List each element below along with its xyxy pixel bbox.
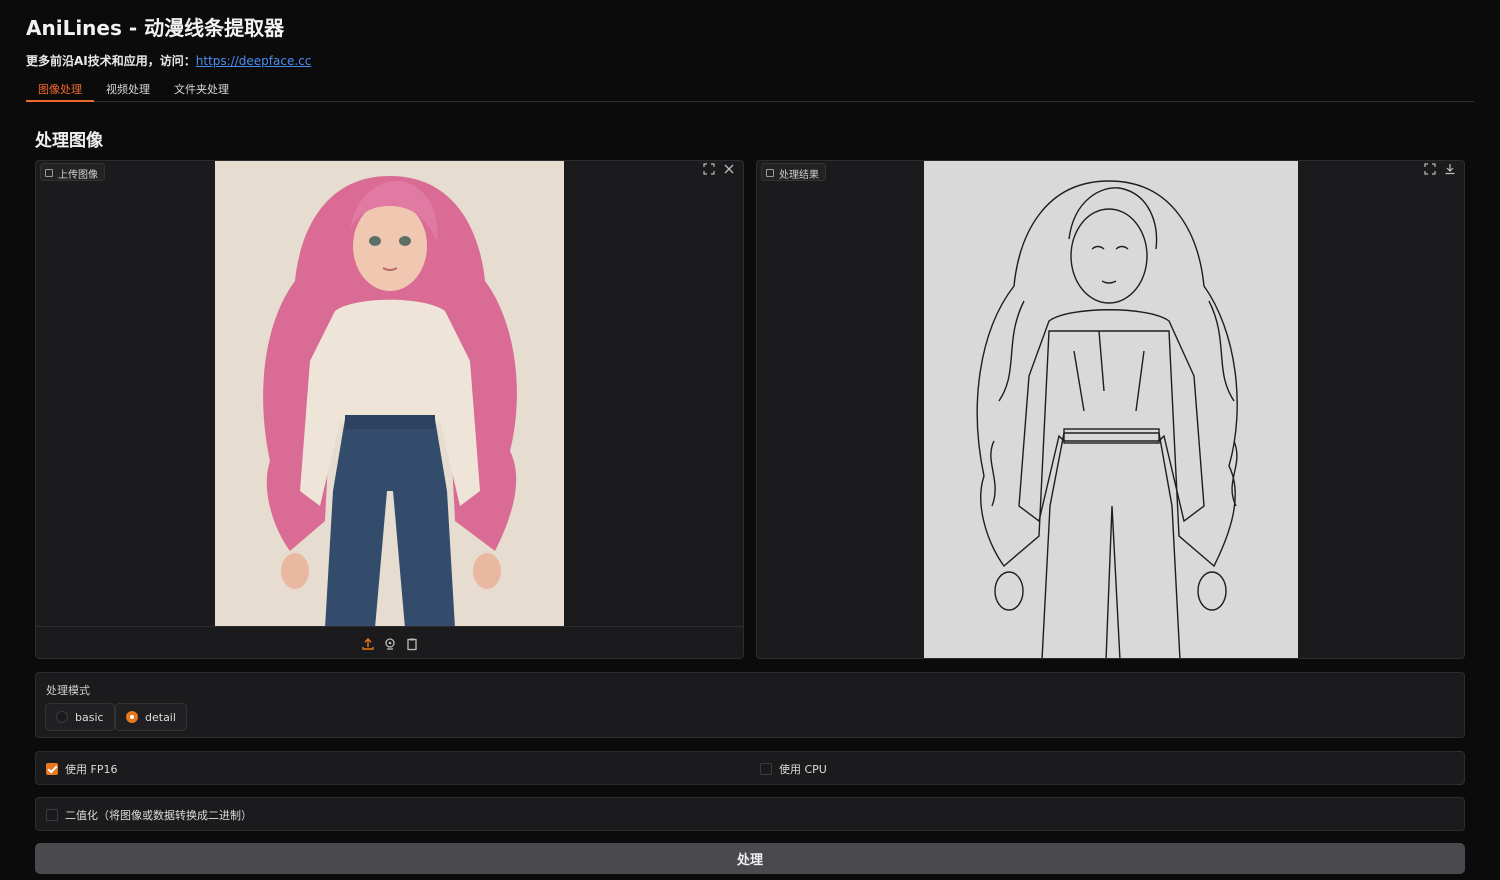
upload-icon[interactable] [361, 636, 375, 650]
tab-image-processing[interactable]: 图像处理 [26, 78, 94, 102]
webcam-icon[interactable] [383, 636, 397, 650]
binarize-label: 二值化（将图像或数据转换成二进制） [65, 809, 252, 822]
clipboard-icon[interactable] [405, 636, 419, 650]
tab-folder-processing[interactable]: 文件夹处理 [162, 78, 241, 102]
output-image-panel: 处理结果 [756, 160, 1465, 659]
mode-option-detail-label: detail [145, 710, 176, 724]
subtitle: 更多前沿AI技术和应用，访问：https://deepface.cc [26, 52, 311, 69]
close-icon[interactable] [721, 163, 737, 179]
binarize-row: 二值化（将图像或数据转换成二进制） [35, 797, 1465, 831]
deepface-link[interactable]: https://deepface.cc [196, 54, 312, 68]
mode-label: 处理模式 [46, 684, 90, 697]
output-panel-label-text: 处理结果 [779, 169, 819, 181]
cpu-label: 使用 CPU [779, 763, 827, 776]
fp16-checkbox[interactable] [46, 763, 58, 775]
input-image-panel: 上传图像 [35, 160, 744, 659]
input-toolbar [36, 626, 743, 658]
fullscreen-icon[interactable] [701, 163, 717, 179]
process-button[interactable]: 处理 [35, 843, 1465, 874]
cpu-checkbox[interactable] [760, 763, 772, 775]
app-title: AniLines - 动漫线条提取器 [26, 16, 285, 40]
binarize-checkbox[interactable] [46, 809, 58, 821]
image-icon [45, 169, 53, 177]
fp16-checkbox-item[interactable]: 使用 FP16 [46, 761, 117, 777]
tab-bar: 图像处理 视频处理 文件夹处理 [26, 78, 1474, 102]
fullscreen-icon[interactable] [1422, 163, 1438, 179]
section-title: 处理图像 [35, 131, 103, 151]
image-icon [766, 169, 774, 177]
mode-option-detail[interactable]: detail [115, 703, 187, 731]
mode-group: 处理模式 basic detail [35, 672, 1465, 738]
device-options-row: 使用 FP16 使用 CPU [35, 751, 1465, 785]
result-image [924, 161, 1298, 658]
uploaded-image [215, 161, 564, 628]
mode-option-basic[interactable]: basic [45, 703, 115, 731]
output-panel-label: 处理结果 [761, 163, 826, 181]
download-icon[interactable] [1442, 163, 1458, 179]
binarize-checkbox-item[interactable]: 二值化（将图像或数据转换成二进制） [46, 807, 252, 823]
tab-video-processing[interactable]: 视频处理 [94, 78, 162, 102]
fp16-label: 使用 FP16 [65, 763, 118, 776]
subtitle-text: 更多前沿AI技术和应用，访问： [26, 54, 196, 68]
mode-option-basic-label: basic [75, 710, 104, 724]
radio-detail[interactable] [126, 711, 138, 723]
radio-basic[interactable] [56, 711, 68, 723]
input-panel-label-text: 上传图像 [58, 169, 98, 181]
input-panel-label: 上传图像 [40, 163, 105, 181]
cpu-checkbox-item[interactable]: 使用 CPU [760, 761, 827, 777]
